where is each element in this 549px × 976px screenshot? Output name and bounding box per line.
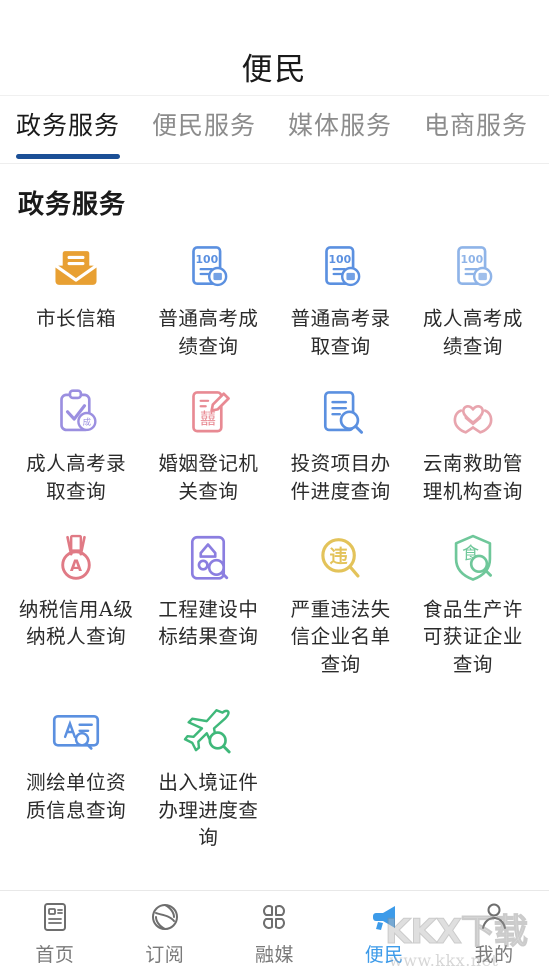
svg-text:100: 100 (196, 253, 219, 266)
category-tabbar[interactable]: 政务服务 便民服务 媒体服务 电商服务 (0, 96, 549, 164)
service-item-1[interactable]: 100 普通高考成绩查询 (142, 227, 274, 366)
service-label: 严重违法失信企业名单查询 (290, 597, 391, 677)
megaphone-icon (367, 900, 401, 934)
airplane-search-icon (177, 703, 239, 761)
service-item-4[interactable]: 成成人高考录取查询 (10, 372, 142, 511)
service-grid: 市长信箱 100 普通高考成绩查询 100 普通高考录取查询 100 成人高考成绩查询成成人… (10, 227, 539, 858)
service-item-0[interactable]: 市长信箱 (10, 227, 142, 366)
violation-search-icon: 违 (310, 530, 372, 588)
person-icon (478, 900, 510, 934)
subscribe-icon (149, 900, 181, 934)
service-label: 测绘单位资质信息查询 (26, 770, 127, 822)
service-label: 成人高考成绩查询 (422, 307, 523, 358)
service-item-12[interactable]: 测绘单位资质信息查询 (10, 691, 142, 858)
service-label: 纳税信用A级纳税人查询 (18, 597, 134, 649)
status-bar-spacer (0, 0, 549, 38)
survey-card-icon (45, 703, 107, 761)
svg-text:成: 成 (83, 417, 92, 427)
tab-3[interactable]: 电商服务 (408, 106, 544, 159)
score-document-icon: 100 (310, 239, 372, 297)
nav-item-1[interactable]: 订阅 (110, 900, 220, 967)
score-document-icon: 100 (442, 239, 504, 297)
section-title: 政务服务 (18, 190, 127, 220)
nav-label: 首页 (35, 944, 75, 966)
building-search-icon (177, 530, 239, 588)
hands-heart-icon (442, 384, 504, 442)
service-item-11[interactable]: 食食品生产许可获证企业查询 (407, 518, 539, 685)
svg-text:囍: 囍 (201, 409, 217, 428)
tab-2[interactable]: 媒体服务 (272, 106, 408, 159)
service-label: 市长信箱 (36, 307, 117, 330)
service-item-7[interactable]: 云南救助管理机构查询 (407, 372, 539, 511)
clipboard-check-icon: 成 (45, 384, 107, 442)
tab-active-underline (424, 154, 528, 159)
app-header: 便民 (0, 38, 549, 96)
nav-label: 融媒 (254, 944, 294, 966)
svg-text:A: A (70, 556, 83, 575)
service-item-9[interactable]: 工程建设中标结果查询 (142, 518, 274, 685)
news-page-icon (39, 900, 71, 934)
grid-petals-icon (258, 900, 290, 934)
nav-label: 便民 (364, 944, 404, 966)
svg-text:违: 违 (329, 545, 347, 567)
service-label: 食品生产许可获证企业查询 (422, 597, 523, 677)
service-item-6[interactable]: 投资项目办件进度查询 (275, 372, 407, 511)
bottom-navigation[interactable]: 首页 订阅 融媒 便民 我的 KKX下载 www.kkx.net (0, 890, 549, 976)
svg-text:100: 100 (460, 253, 483, 266)
service-item-2[interactable]: 100 普通高考录取查询 (275, 227, 407, 366)
food-shield-icon: 食 (442, 530, 504, 588)
nav-item-3[interactable]: 便民 (329, 900, 439, 967)
tab-label: 媒体服务 (287, 111, 392, 140)
nav-label: 订阅 (145, 944, 185, 966)
service-label: 普通高考录取查询 (290, 307, 391, 358)
service-item-5[interactable]: 囍婚姻登记机关查询 (142, 372, 274, 511)
page-title: 便民 (241, 52, 308, 88)
tab-1[interactable]: 便民服务 (136, 106, 272, 159)
service-item-10[interactable]: 违严重违法失信企业名单查询 (275, 518, 407, 685)
envelope-icon (45, 239, 107, 297)
tab-active-underline (288, 154, 392, 159)
document-search-icon (310, 384, 372, 442)
service-label: 婚姻登记机关查询 (158, 452, 259, 504)
app-root: 便民 政务服务 便民服务 媒体服务 电商服务 政务服务 市长信箱 100 普通高考成绩查询… (0, 0, 549, 976)
service-label: 工程建设中标结果查询 (158, 597, 259, 649)
medal-a-icon: A (45, 530, 107, 588)
service-item-3[interactable]: 100 成人高考成绩查询 (407, 227, 539, 366)
nav-label: 我的 (474, 944, 514, 966)
service-item-8[interactable]: A 纳税信用A级纳税人查询 (10, 518, 142, 685)
tab-label: 便民服务 (151, 111, 256, 140)
tab-label: 政务服务 (15, 111, 120, 140)
nav-item-2[interactable]: 融媒 (220, 900, 330, 967)
nav-item-4[interactable]: 我的 (439, 900, 549, 967)
service-label: 云南救助管理机构查询 (422, 452, 523, 504)
svg-text:100: 100 (328, 253, 351, 266)
tab-label: 电商服务 (423, 111, 528, 140)
service-label: 出入境证件办理进度查询 (158, 770, 259, 850)
service-content: 政务服务 市长信箱 100 普通高考成绩查询 100 普通高考录取查询 100 成人高考成绩… (0, 164, 549, 890)
service-item-13[interactable]: 出入境证件办理进度查询 (142, 691, 274, 858)
tab-active-underline (16, 154, 120, 159)
service-label: 成人高考录取查询 (26, 452, 127, 504)
score-document-icon: 100 (177, 239, 239, 297)
service-label: 普通高考成绩查询 (158, 307, 259, 358)
service-label: 投资项目办件进度查询 (290, 452, 391, 504)
nav-item-0[interactable]: 首页 (0, 900, 110, 967)
marriage-pen-icon: 囍 (177, 384, 239, 442)
tab-0[interactable]: 政务服务 (0, 106, 136, 159)
tab-active-underline (152, 154, 256, 159)
